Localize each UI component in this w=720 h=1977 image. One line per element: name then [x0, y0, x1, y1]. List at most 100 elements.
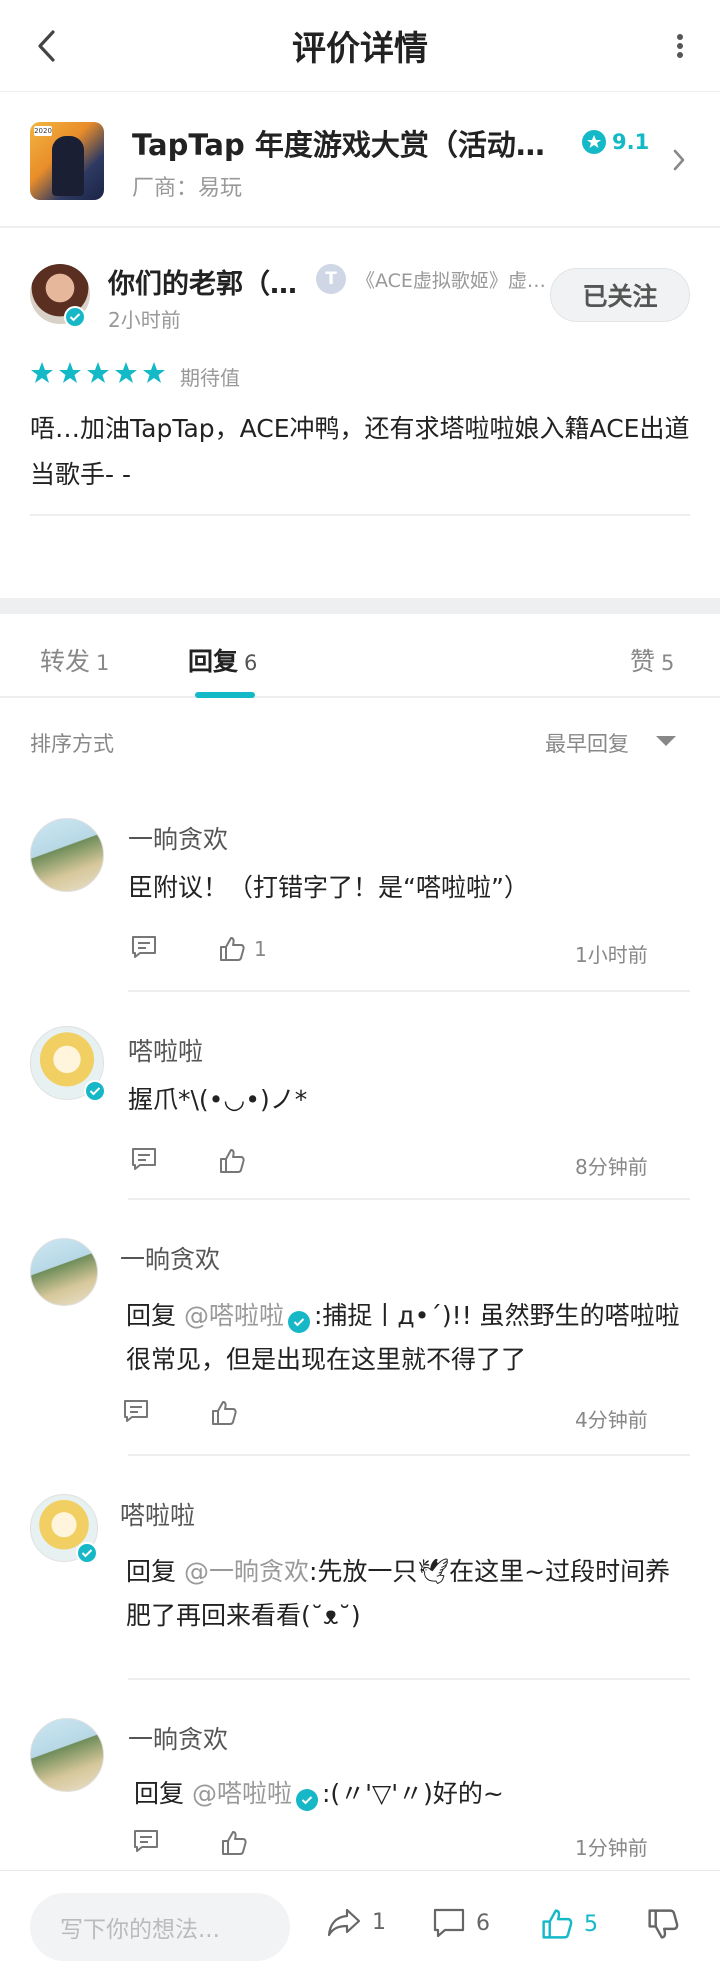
comment-item: 嗒啦啦 握爪*\(•◡•)ノ* 8分钟前	[0, 994, 720, 1200]
commenter-avatar[interactable]	[30, 1718, 104, 1792]
like-count: 1	[254, 937, 267, 961]
tab-likes[interactable]: 赞5	[630, 642, 674, 678]
thumbs-up-icon	[220, 1149, 245, 1173]
commenter-name[interactable]: 一晌贪欢	[128, 820, 228, 856]
divider	[30, 514, 690, 516]
reply-prefix: 回复	[126, 1557, 184, 1586]
mention-link[interactable]: @嗒啦啦	[184, 1301, 284, 1330]
tab-bar: 转发 1 回复 6 赞5	[0, 614, 720, 698]
tab-replies[interactable]: 回复 6	[188, 642, 257, 678]
commenter-name[interactable]: 一晌贪欢	[120, 1240, 220, 1276]
like-count: 5	[584, 1911, 598, 1937]
verified-badge-icon	[287, 1311, 310, 1333]
comment-text: 回复 @一晌贪欢:先放一只🕊在这里~过段时间养肥了再回来看看(˘ᴥ˘)	[126, 1550, 686, 1638]
comment-time: 8分钟前	[575, 1155, 648, 1179]
follow-button[interactable]: 已关注	[550, 268, 690, 322]
like-button[interactable]	[218, 1147, 246, 1175]
share-count: 1	[372, 1909, 386, 1935]
sort-label: 排序方式	[30, 732, 114, 756]
comment-actions	[122, 1398, 238, 1428]
commenter-avatar[interactable]	[30, 818, 104, 892]
thumbs-down-icon	[648, 1909, 679, 1939]
like-button[interactable]	[210, 1399, 238, 1427]
tab-replies-count: 6	[244, 651, 258, 675]
mention-link[interactable]: @嗒啦啦	[192, 1779, 292, 1808]
reply-button[interactable]	[130, 934, 158, 964]
thumbs-up-icon	[222, 1831, 247, 1855]
like-button[interactable]: 5	[540, 1907, 598, 1941]
section-gap	[0, 598, 720, 614]
verified-badge-icon	[84, 1080, 106, 1102]
comment-icon	[134, 1830, 158, 1852]
reviewer-name[interactable]: 你们的老郭（…	[108, 262, 297, 301]
page-title: 评价详情	[292, 29, 428, 69]
tab-likes-label: 赞	[630, 647, 656, 676]
tab-likes-count: 5	[661, 651, 675, 675]
review-detail-page: 评价详情 2020 TapTap 年度游戏大赏（活动… 厂商：易玩 9.1 你们…	[0, 0, 720, 1977]
review-stars	[30, 361, 166, 385]
thumbs-up-icon	[220, 937, 245, 961]
comment-item: 一晌贪欢 回复 @嗒啦啦:捕捉丨д•´)!! 虽然野生的嗒啦啦很常见，但是出现在…	[0, 1200, 720, 1456]
comment-item: 一晌贪欢 回复 @嗒啦啦 :(〃'▽'〃)好的~ 1分钟前	[0, 1680, 720, 1870]
comment-actions	[130, 1146, 246, 1176]
thumbs-up-icon	[212, 1401, 237, 1425]
game-icon-badge: 2020	[34, 126, 52, 136]
divider	[128, 990, 690, 992]
verified-badge-icon	[64, 306, 86, 328]
like-button[interactable]	[220, 1829, 248, 1857]
comment-input[interactable]: 写下你的想法...	[30, 1893, 290, 1961]
reply-prefix: 回复	[126, 1301, 184, 1330]
more-options-button[interactable]	[660, 24, 700, 68]
commenter-avatar[interactable]	[30, 1238, 98, 1306]
reply-button[interactable]	[130, 1146, 158, 1176]
verified-badge-icon	[295, 1789, 318, 1811]
review-time: 2小时前	[108, 308, 181, 332]
comment-time: 1分钟前	[575, 1836, 648, 1860]
rating-label: 期待值	[180, 366, 240, 390]
comment-icon	[124, 1400, 148, 1422]
like-button[interactable]: 1	[218, 935, 267, 963]
comment-item: 一晌贪欢 臣附议！（打错字了！是“嗒啦啦”） 1 1小时前	[0, 782, 720, 994]
comment-text: 握爪*\(•◡•)ノ*	[128, 1085, 308, 1114]
game-icon: 2020	[30, 122, 104, 200]
review-section: 你们的老郭（… T 《ACE虚拟歌姬》虚… 2小时前 已关注 期待值 唔…加油T…	[0, 228, 720, 598]
chevron-left-icon	[38, 30, 55, 62]
game-rating: 9.1	[582, 130, 649, 154]
mention-link[interactable]: @一晌贪欢	[184, 1557, 309, 1586]
comment-button[interactable]: 6	[432, 1907, 490, 1939]
reply-button[interactable]	[122, 1398, 150, 1428]
verified-badge-icon	[76, 1542, 98, 1564]
comment-text: 回复 @嗒啦啦 :(〃'▽'〃)好的~	[134, 1772, 694, 1816]
share-button[interactable]: 1	[326, 1907, 386, 1937]
sort-dropdown[interactable]: 最早回复	[545, 728, 629, 758]
back-button[interactable]	[26, 24, 66, 68]
reply-prefix: 回复	[134, 1779, 192, 1808]
reply-button[interactable]	[132, 1828, 160, 1858]
comment-actions: 1	[130, 934, 267, 964]
commenter-name[interactable]: 一晌贪欢	[128, 1720, 228, 1756]
commenter-name[interactable]: 嗒啦啦	[120, 1496, 195, 1532]
game-card-chevron	[672, 148, 686, 176]
comment-icon	[132, 1148, 156, 1170]
star-icon	[31, 362, 53, 383]
star-icon	[87, 362, 109, 383]
developer-tag-icon: T	[316, 264, 346, 294]
comment-item: 嗒啦啦 回复 @一晌贪欢:先放一只🕊在这里~过段时间养肥了再回来看看(˘ᴥ˘)	[0, 1456, 720, 1680]
caret-down-icon[interactable]	[656, 736, 676, 746]
comment-text: 回复 @嗒啦啦:捕捉丨д•´)!! 虽然野生的嗒啦啦很常见，但是出现在这里就不得…	[126, 1294, 696, 1382]
share-icon	[327, 1908, 361, 1937]
comment-count: 6	[476, 1910, 490, 1936]
game-rating-value: 9.1	[612, 130, 650, 154]
tab-forward-count: 1	[96, 651, 110, 675]
comment-time: 4分钟前	[575, 1408, 648, 1432]
thumbs-up-icon	[542, 1909, 573, 1939]
tab-forward[interactable]: 转发 1	[40, 642, 109, 678]
game-card[interactable]: 2020 TapTap 年度游戏大赏（活动… 厂商：易玩 9.1	[0, 92, 720, 228]
reply-text: :(〃'▽'〃)好的~	[321, 1779, 504, 1808]
bottom-action-bar: 写下你的想法... 1 6 5	[0, 1870, 720, 1977]
game-title: TapTap 年度游戏大赏（活动…	[132, 128, 545, 162]
dislike-button[interactable]	[646, 1907, 680, 1941]
game-vendor: 厂商：易玩	[132, 176, 243, 201]
commenter-name[interactable]: 嗒啦啦	[128, 1032, 203, 1068]
comment-text: 臣附议！（打错字了！是“嗒啦啦”）	[128, 873, 529, 902]
